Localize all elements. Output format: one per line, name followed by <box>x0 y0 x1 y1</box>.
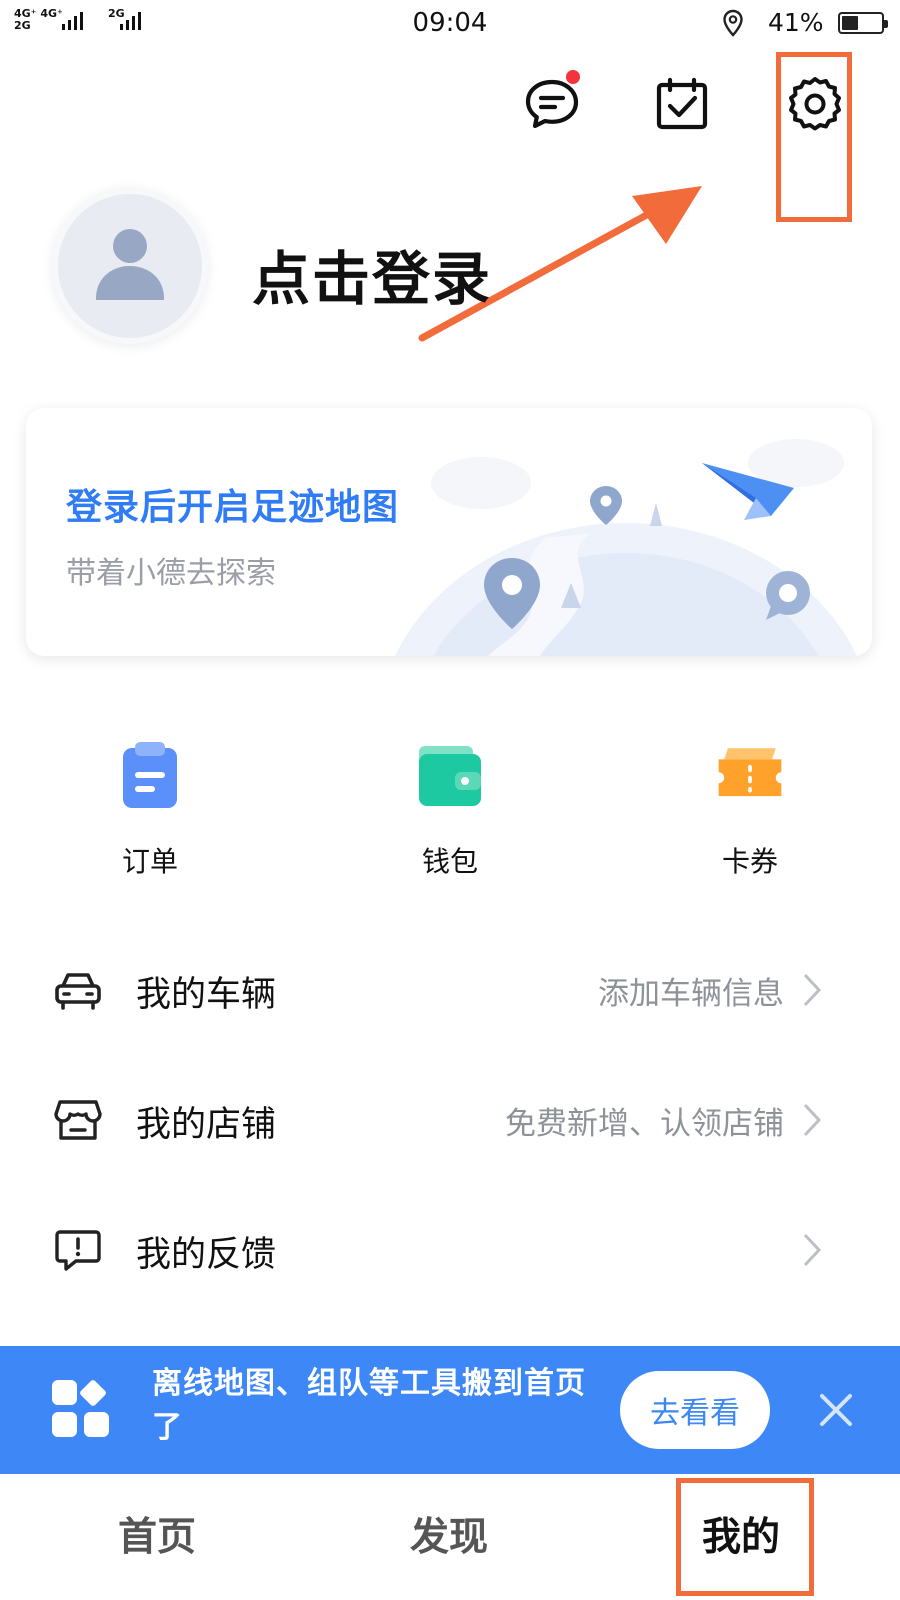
chevron-right-icon <box>803 973 822 1007</box>
my-vehicle-row[interactable]: 我的车辆 添加车辆信息 <box>0 928 900 1048</box>
login-prompt[interactable]: 点击登录 <box>252 232 492 316</box>
my-vehicle-hint: 添加车辆信息 <box>598 976 784 1012</box>
my-shop-hint: 免费新增、认领店铺 <box>505 1106 784 1142</box>
orders-label: 订单 <box>121 845 178 878</box>
avatar[interactable] <box>52 188 208 344</box>
ticket-icon <box>718 748 782 797</box>
feedback-icon <box>55 1230 101 1271</box>
store-icon <box>54 1100 102 1140</box>
wallet-label: 钱包 <box>421 845 478 878</box>
chevron-right-icon <box>803 1103 822 1137</box>
coupons-button[interactable]: 卡券 <box>680 740 820 880</box>
chevron-right-icon <box>803 1233 822 1267</box>
grid-apps-icon <box>52 1380 109 1437</box>
tab-home[interactable]: 首页 <box>118 1506 196 1562</box>
banner-message: 离线地图、组队等工具搬到首页了 <box>152 1366 586 1445</box>
my-shop-row[interactable]: 我的店铺 免费新增、认领店铺 <box>0 1058 900 1178</box>
wallet-button[interactable]: 钱包 <box>380 740 520 880</box>
footprint-card-subtitle: 带着小德去探索 <box>66 556 276 591</box>
orders-button[interactable]: 订单 <box>80 740 220 880</box>
go-see-button[interactable]: 去看看 <box>620 1371 770 1449</box>
mine-tab-highlight-box <box>676 1478 814 1596</box>
wallet-icon <box>419 746 481 806</box>
clipboard-icon <box>123 742 177 808</box>
coupons-label: 卡券 <box>721 845 778 878</box>
footprint-map-illustration <box>394 439 858 656</box>
user-silhouette-icon <box>96 229 164 300</box>
tab-discover[interactable]: 发现 <box>410 1506 488 1562</box>
my-feedback-row[interactable]: 我的反馈 <box>0 1188 900 1308</box>
my-vehicle-label: 我的车辆 <box>136 975 277 1015</box>
footprint-card-title: 登录后开启足迹地图 <box>66 487 400 528</box>
my-feedback-label: 我的反馈 <box>136 1235 277 1275</box>
footprint-map-card[interactable]: 登录后开启足迹地图 带着小德去探索 <box>26 408 872 656</box>
app-screen: 4G⁺ 4G⁺ 2G 2G 09:04 41% 点击登录 登录后开启足迹地图 带… <box>0 0 900 1600</box>
tools-moved-banner: 离线地图、组队等工具搬到首页了 去看看 <box>0 1346 900 1474</box>
car-icon <box>55 973 101 1010</box>
my-shop-label: 我的店铺 <box>136 1105 277 1145</box>
close-icon[interactable] <box>812 1386 860 1434</box>
